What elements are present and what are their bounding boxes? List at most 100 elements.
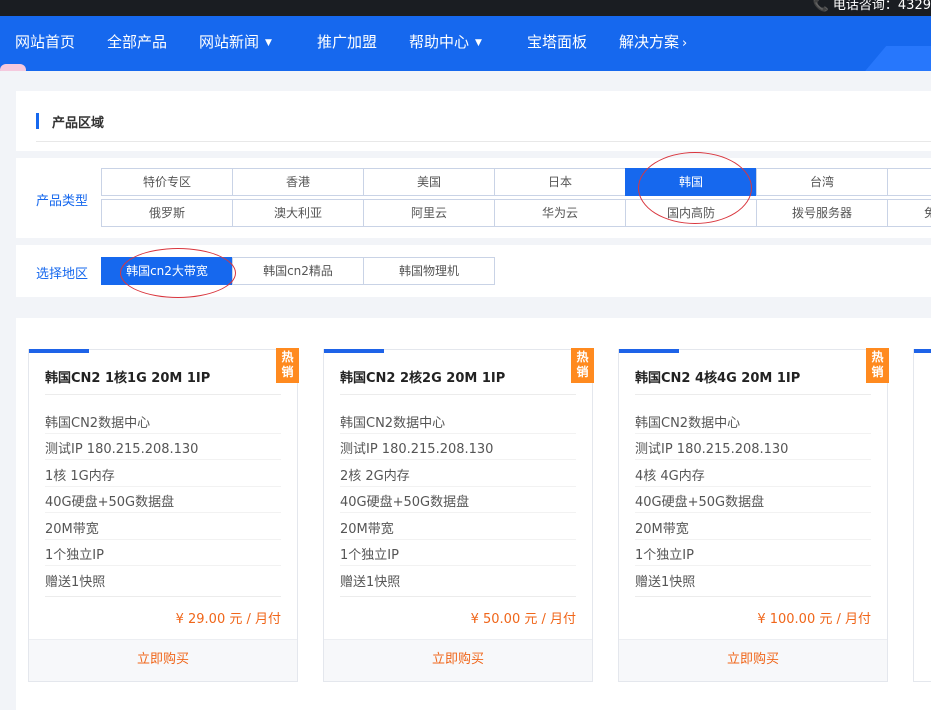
spec-line: 赠送1快照 [45,575,106,590]
hot-badge: 热销 [866,348,889,383]
spec-line: 1个独立IP [635,548,694,563]
title-accent [36,113,39,129]
spec-line: 40G硬盘+50G数据盘 [45,495,175,510]
chevron-right-icon: › [682,36,688,51]
spec-line: 40G硬盘+50G数据盘 [635,495,765,510]
spec-line: 2核 2G内存 [340,469,410,484]
product-name: 韩国CN2 1核1G 20M 1IP [45,371,211,386]
product-type-filter: 产品类型 特价专区 香港 美国 日本 韩国 台湾 俄罗斯 澳大利亚 阿里云 华为… [16,158,931,238]
card-accent [324,349,384,353]
nav-affiliate[interactable]: 推广加盟 [317,31,377,52]
nav-solutions[interactable]: 解决方案 › [619,31,687,52]
spec-line: 赠送1快照 [635,575,696,590]
nav-decoration [835,46,931,71]
product-price: ¥ 100.00 元 / 月付 [757,612,871,627]
card-accent [619,349,679,353]
type-option[interactable]: 华为云 [494,199,626,227]
type-option[interactable]: 免 [887,199,931,227]
product-card: 热销 韩国CN2 4核4G 20M 1IP 韩国CN2数据中心 测试IP 180… [618,348,889,682]
buy-now-button[interactable]: 立即购买 [619,639,887,681]
spec-line: 测试IP 180.215.208.130 [340,442,494,457]
divider [45,394,281,395]
type-option[interactable]: 美国 [363,168,495,196]
card-accent [29,349,89,353]
divider [340,565,576,566]
spec-line: 40G硬盘+50G数据盘 [340,495,470,510]
section-header: 产品区域 [16,91,931,151]
spec-line: 1核 1G内存 [45,469,115,484]
buy-now-button[interactable]: 立即购买 [324,639,592,681]
divider [340,512,576,513]
divider [45,486,281,487]
divider [45,512,281,513]
type-option[interactable] [887,168,931,196]
spec-line: 测试IP 180.215.208.130 [635,442,789,457]
divider [340,394,576,395]
nav-news-label: 网站新闻 [199,33,260,51]
divider [635,394,871,395]
nav-news[interactable]: 网站新闻 ▼ [199,31,272,52]
type-option[interactable]: 台湾 [756,168,888,196]
divider [45,433,281,434]
type-option[interactable]: 拨号服务器 [756,199,888,227]
hot-badge: 热销 [571,348,594,383]
nav-decoration [0,64,26,71]
divider [36,141,931,142]
type-option[interactable]: 香港 [232,168,364,196]
type-option-active[interactable]: 韩国 [625,168,757,196]
divider [45,596,281,597]
main-nav: 网站首页 全部产品 网站新闻 ▼ 推广加盟 帮助中心 ▼ 宝塔面板 解决方案 › [0,16,931,71]
type-option[interactable]: 日本 [494,168,626,196]
spec-line: 韩国CN2数据中心 [635,416,741,431]
phone-contact: 📞 电话咨询：4329 [812,0,931,13]
region-option[interactable]: 韩国cn2精品 [232,257,364,285]
divider [340,539,576,540]
type-option[interactable]: 阿里云 [363,199,495,227]
spec-line: 4核 4G内存 [635,469,705,484]
type-option[interactable]: 特价专区 [101,168,233,196]
divider [635,486,871,487]
spec-line: 20M带宽 [340,522,394,537]
spec-line: 1个独立IP [45,548,104,563]
nav-help[interactable]: 帮助中心 ▼ [409,31,482,52]
hot-badge: 热销 [276,348,299,383]
spec-line: 20M带宽 [45,522,99,537]
type-option[interactable]: 国内高防 [625,199,757,227]
spec-line: 20M带宽 [635,522,689,537]
product-card: 热销 韩国CN2 1核1G 20M 1IP 韩国CN2数据中心 测试IP 180… [28,348,299,682]
buy-now-button[interactable]: 立即购买 [29,639,297,681]
spec-line: 测试IP 180.215.208.130 [45,442,199,457]
divider [45,539,281,540]
divider [635,565,871,566]
product-type-label: 产品类型 [36,194,89,209]
spec-line: 赠送1快照 [340,575,401,590]
region-option-active[interactable]: 韩国cn2大带宽 [101,257,233,285]
spec-line: 韩国CN2数据中心 [340,416,446,431]
type-option[interactable]: 澳大利亚 [232,199,364,227]
product-price: ¥ 29.00 元 / 月付 [175,612,281,627]
nav-bt-panel[interactable]: 宝塔面板 [527,31,587,52]
type-option[interactable]: 俄罗斯 [101,199,233,227]
divider [635,539,871,540]
divider [45,565,281,566]
section-title: 产品区域 [52,116,105,131]
top-bar: 📞 电话咨询：4329 [0,0,931,16]
divider [340,433,576,434]
chevron-down-icon: ▼ [475,38,482,48]
product-price: ¥ 50.00 元 / 月付 [470,612,576,627]
nav-all-products[interactable]: 全部产品 [107,31,167,52]
divider [340,596,576,597]
divider [340,459,576,460]
divider [635,433,871,434]
nav-home[interactable]: 网站首页 [15,31,75,52]
card-accent [914,349,931,353]
spec-line: 韩国CN2数据中心 [45,416,151,431]
product-card-partial [913,349,931,682]
nav-help-label: 帮助中心 [409,33,470,51]
divider [635,512,871,513]
product-name: 韩国CN2 2核2G 20M 1IP [340,371,506,386]
region-option[interactable]: 韩国物理机 [363,257,495,285]
product-name: 韩国CN2 4核4G 20M 1IP [635,371,801,386]
spec-line: 1个独立IP [340,548,399,563]
divider [340,486,576,487]
